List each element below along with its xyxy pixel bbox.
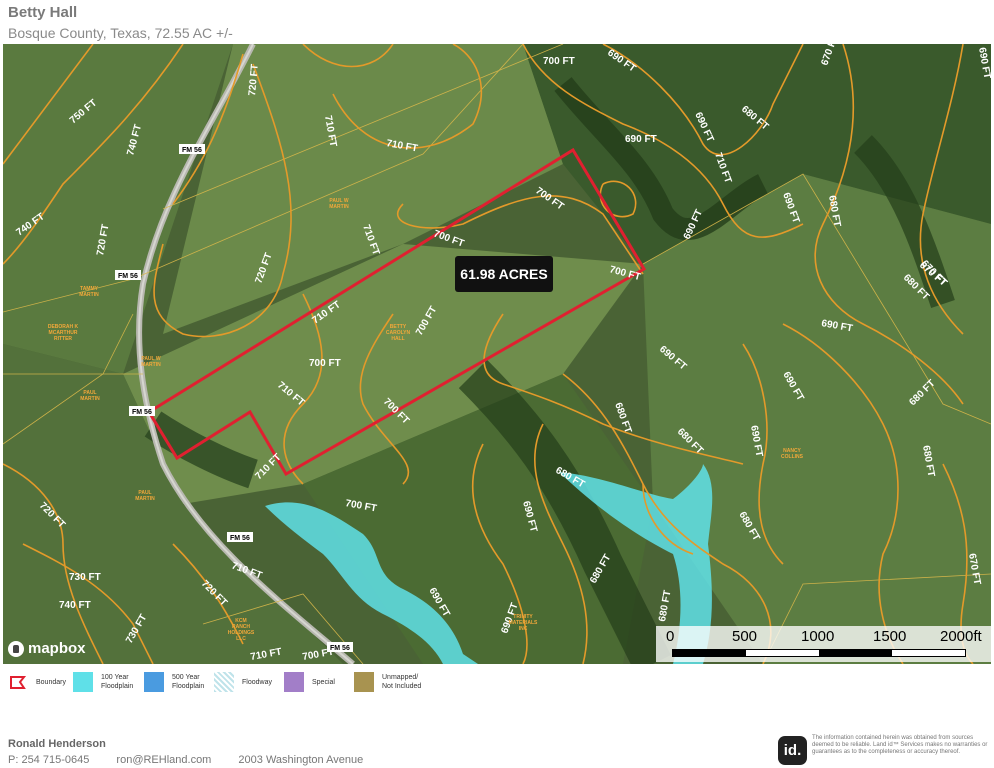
contour-label: 740 FT: [59, 600, 91, 611]
legend-swatch: [284, 672, 304, 692]
disclaimer-text: The information contained herein was obt…: [812, 735, 988, 755]
scale-bar: 0 500 1000 1500 2000ft: [656, 626, 991, 662]
scale-label: 500: [732, 628, 758, 645]
contour-label: 730 FT: [69, 572, 101, 583]
scale-label: 2000ft: [940, 628, 982, 645]
map-canvas[interactable]: 700 FT 690 FT 690 FT 670 FT 700 FT 690 F…: [3, 44, 991, 664]
mapbox-wordmark: mapbox: [28, 640, 86, 657]
legend-label: Floodway: [242, 678, 272, 686]
legend-label: Special: [312, 678, 335, 686]
owner-label: TAMMY MARTIN: [79, 286, 99, 298]
owner-label: PAUL W MARTIN: [141, 356, 161, 368]
mapbox-logo[interactable]: mapbox: [8, 640, 86, 657]
boundary-outline-icon: [10, 676, 27, 689]
road-label: FM 56: [132, 409, 152, 416]
legend-item-boundary: Boundary: [8, 672, 66, 692]
legend-item-special: Special: [284, 672, 335, 692]
agent-contacts: P: 254 715-0645 ron@REHland.com 2003 Was…: [8, 754, 387, 766]
road-label: FM 56: [118, 273, 138, 280]
owner-label: PAUL W MARTIN: [329, 198, 349, 210]
scale-label: 1000: [801, 628, 835, 645]
legend-swatch: [354, 672, 374, 692]
scale-bar-segment: [673, 650, 746, 656]
contour-label: 690 FT: [625, 134, 657, 145]
legend-item-unmapped: Unmapped/ Not Included: [354, 672, 421, 692]
legend-swatch: [214, 672, 234, 692]
legend-item-floodway: Floodway: [214, 672, 272, 692]
map-legend: Boundary 100 Year Floodplain 500 Year Fl…: [8, 672, 994, 698]
road-label: FM 56: [182, 147, 202, 154]
legend-label: Boundary: [36, 678, 66, 686]
agent-footer: Ronald Henderson P: 254 715-0645 ron@REH…: [8, 738, 387, 766]
agent-email[interactable]: ron@REHland.com: [116, 754, 211, 766]
scale-bar-segment: [819, 650, 892, 656]
mapbox-icon: [8, 640, 24, 657]
legend-label: 100 Year Floodplain: [101, 674, 134, 690]
contour-label: 700 FT: [543, 56, 575, 67]
legend-label: Unmapped/ Not Included: [382, 674, 422, 690]
legend-item-500yr-floodplain: 500 Year Floodplain: [144, 672, 204, 692]
road-label: FM 56: [230, 535, 250, 542]
owner-label: NANCY COLLINS: [781, 448, 804, 460]
legend-label: 500 Year Floodplain: [172, 674, 205, 690]
property-title: Betty Hall: [8, 4, 78, 21]
legend-item-100yr-floodplain: 100 Year Floodplain: [73, 672, 133, 692]
scale-label: 0: [666, 628, 675, 645]
agent-phone[interactable]: P: 254 715-0645: [8, 754, 89, 766]
scale-label: 1500: [873, 628, 907, 645]
map-view[interactable]: 700 FT 690 FT 690 FT 670 FT 700 FT 690 F…: [3, 44, 991, 664]
contour-label: 700 FT: [309, 358, 341, 369]
acreage-badge: 61.98 ACRES: [455, 256, 553, 292]
agent-name: Ronald Henderson: [8, 738, 106, 750]
landid-logo[interactable]: id.: [778, 736, 807, 765]
legend-swatch: [73, 672, 93, 692]
scale-bar-track: [672, 649, 966, 657]
road-label: FM 56: [330, 645, 350, 652]
agent-address: 2003 Washington Avenue: [238, 754, 364, 766]
legend-swatch: [144, 672, 164, 692]
property-subtitle: Bosque County, Texas, 72.55 AC +/-: [8, 25, 233, 41]
header: Betty Hall Bosque County, Texas, 72.55 A…: [8, 4, 233, 42]
